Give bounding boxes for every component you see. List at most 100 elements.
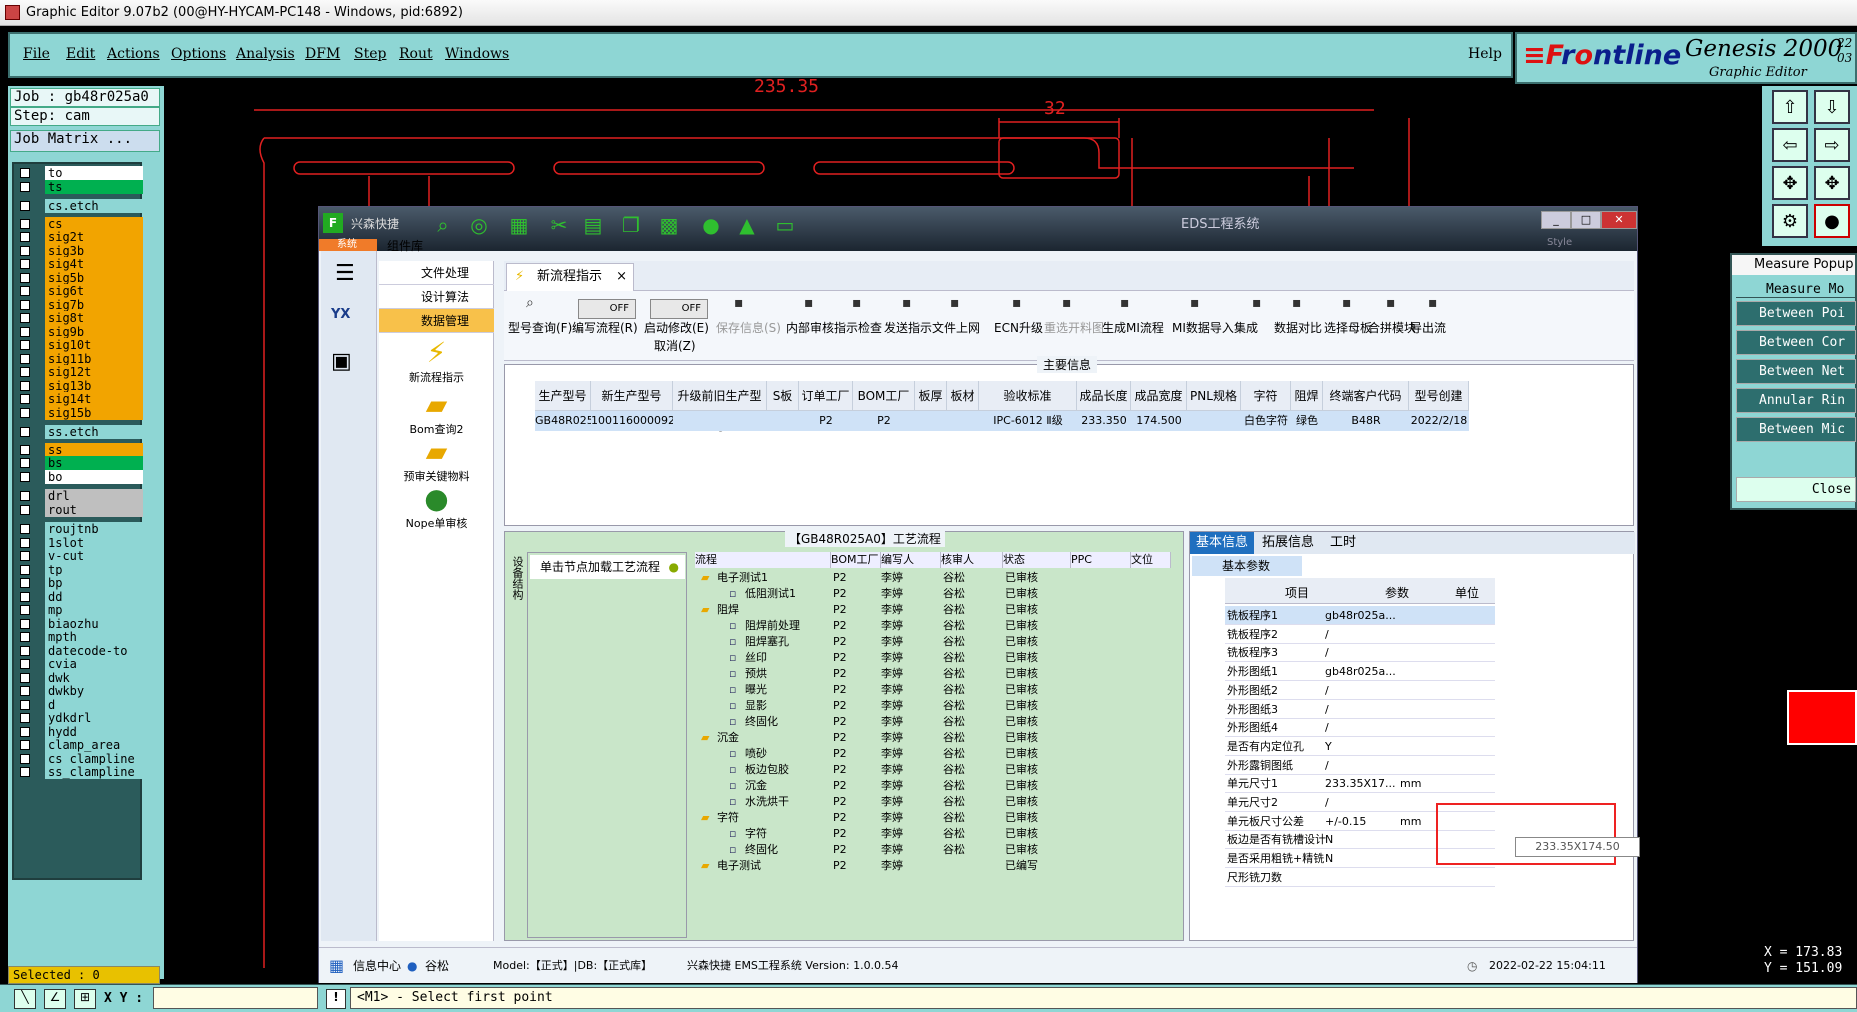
measure-between-nets[interactable]: Between Net (1736, 359, 1856, 384)
param-row[interactable]: 单元尺寸1 233.35X17... mm (1225, 774, 1495, 794)
pan-left-icon[interactable]: ⇦ (1772, 128, 1808, 162)
layer-row[interactable]: sig6t (16, 284, 143, 298)
layer-checkbox[interactable] (20, 313, 30, 323)
layer-row[interactable]: bo (16, 469, 143, 484)
layer-checkbox[interactable] (20, 659, 30, 669)
toolbar-button[interactable]: 指示检查 (834, 319, 882, 336)
toolbar-button[interactable]: 合拼模块 (1368, 319, 1416, 336)
layer-name[interactable]: cs (45, 216, 143, 231)
flow-row[interactable]: ▫ 预烘 P2 李婷 谷松 已审核 (695, 666, 1175, 682)
layer-row[interactable]: mp (16, 603, 143, 617)
flow-row[interactable]: ▫ 字符 P2 李婷 谷松 已审核 (695, 826, 1175, 842)
flow-row[interactable]: ▫ 曝光 P2 李婷 谷松 已审核 (695, 682, 1175, 698)
column-header[interactable]: 成品长度 (1077, 381, 1131, 411)
layer-checkbox[interactable] (20, 524, 30, 534)
layer-row[interactable]: tp (16, 562, 143, 577)
toolbar-button[interactable]: 选择母板 (1324, 319, 1372, 336)
layer-name[interactable]: bo (45, 469, 143, 484)
layer-row[interactable]: datecode-to (16, 643, 143, 658)
layer-checkbox[interactable] (20, 578, 30, 588)
column-header[interactable]: PNL规格 (1187, 381, 1241, 411)
layer-row[interactable]: cs.etch (16, 199, 143, 213)
flow-row[interactable]: ▰ 沉金 P2 李婷 谷松 已审核 (695, 730, 1175, 746)
alert-icon[interactable]: ! (326, 989, 346, 1009)
menu-analysis[interactable]: Analysis (236, 46, 295, 62)
minimize-button[interactable]: _ (1541, 211, 1571, 229)
layer-checkbox[interactable] (20, 245, 30, 256)
layer-row[interactable]: sig2t (16, 230, 143, 244)
tab-new-flow[interactable]: ⚡ 新流程指示 × (506, 263, 634, 291)
table-cell[interactable]: 白色字符 (1241, 411, 1291, 431)
grid-icon[interactable]: ▦ (329, 948, 344, 984)
toolbar-button[interactable]: 编写流程(R) (572, 319, 638, 336)
flow-row[interactable]: ▫ 板边包胶 P2 李婷 谷松 已审核 (695, 762, 1175, 778)
layer-name[interactable]: cs_clampline (45, 751, 143, 766)
measure-annular-ring[interactable]: Annular Rin (1736, 388, 1856, 413)
layer-row[interactable]: roujtnb (16, 522, 143, 536)
maximize-button[interactable]: □ (1571, 211, 1601, 229)
column-header[interactable]: 验收标准 (979, 381, 1077, 411)
menu-edit[interactable]: Edit (66, 46, 95, 62)
cancel-button[interactable]: 取消(Z) (654, 337, 696, 354)
equipment-structure-tab[interactable]: 设备结构 (509, 556, 525, 626)
layer-checkbox[interactable] (20, 686, 30, 696)
style-label[interactable]: Style (1547, 237, 1572, 248)
layer-checkbox[interactable] (20, 201, 30, 211)
flow-column-header[interactable]: 编写人 (881, 552, 941, 568)
layer-checkbox[interactable] (20, 272, 30, 283)
layer-checkbox[interactable] (20, 232, 30, 242)
measure-icon[interactable]: ⚙ (1772, 204, 1808, 238)
param-row[interactable]: 铣板程序2 / (1225, 625, 1495, 644)
layer-name[interactable]: cs.etch (45, 199, 143, 213)
fit-icon[interactable]: ✥ (1772, 166, 1808, 200)
layer-name[interactable]: bp (45, 576, 143, 590)
table-cell[interactable] (673, 411, 767, 431)
lifebuoy-icon[interactable]: ◎ (467, 213, 491, 237)
layer-name[interactable]: 1slot (45, 535, 143, 550)
copy-icon[interactable]: ❐ (619, 213, 643, 237)
menu-step[interactable]: Step (354, 46, 386, 62)
layer-row[interactable]: bp (16, 576, 143, 590)
close-button[interactable]: ✕ (1601, 211, 1637, 229)
param-row[interactable]: 是否有内定位孔 Y (1225, 737, 1495, 756)
layer-checkbox[interactable] (20, 726, 30, 737)
layer-name[interactable]: dwkby (45, 684, 143, 698)
layer-row[interactable]: sig12t (16, 365, 143, 379)
zoom-icon[interactable]: ✥ (1814, 166, 1850, 200)
layer-checkbox[interactable] (20, 591, 30, 602)
column-header[interactable]: 生产型号 (535, 381, 591, 411)
column-header[interactable]: 字符 (1241, 381, 1291, 411)
layer-name[interactable]: sig12t (45, 365, 143, 379)
layer-name[interactable]: sig4t (45, 257, 143, 271)
table-cell[interactable] (767, 411, 799, 431)
close-tab-icon[interactable]: × (616, 264, 627, 290)
layer-row[interactable]: sig7b (16, 297, 143, 312)
layer-checkbox[interactable] (20, 618, 30, 629)
menu-rout[interactable]: Rout (399, 46, 433, 62)
layer-row[interactable]: sig15b (16, 405, 143, 420)
grid-tool-icon[interactable]: ⊞ (74, 989, 96, 1009)
flow-row[interactable]: ▫ 低阻测试1 P2 李婷 谷松 已审核 (695, 586, 1175, 602)
layer-row[interactable]: ydkdrl (16, 711, 143, 725)
layer-row[interactable]: cs_clampline (16, 751, 143, 766)
menu-actions[interactable]: Actions (107, 46, 160, 62)
table-cell[interactable] (915, 411, 947, 431)
param-row[interactable]: 外形图纸2 / (1225, 681, 1495, 700)
layer-name[interactable]: cvia (45, 657, 143, 671)
layer-checkbox[interactable] (20, 259, 30, 269)
column-header[interactable]: 板厚 (915, 381, 947, 411)
menu-options[interactable]: Options (171, 46, 226, 62)
layer-name[interactable]: sig7b (45, 297, 143, 312)
layer-checkbox[interactable] (20, 168, 30, 178)
layer-row[interactable]: clamp_area (16, 738, 143, 752)
layer-checkbox[interactable] (20, 491, 30, 501)
layer-checkbox[interactable] (20, 551, 30, 561)
grid-icon[interactable]: ▩ (657, 213, 681, 237)
layer-checkbox[interactable] (20, 458, 30, 468)
tab-basic-info[interactable]: 基本信息 (1190, 532, 1255, 554)
layer-row[interactable]: mpth (16, 630, 143, 644)
layer-checkbox[interactable] (20, 564, 30, 575)
layer-row[interactable]: sig8t (16, 311, 143, 325)
layer-checkbox[interactable] (20, 340, 30, 350)
table-cell[interactable]: 2022/2/18 (1409, 411, 1469, 431)
